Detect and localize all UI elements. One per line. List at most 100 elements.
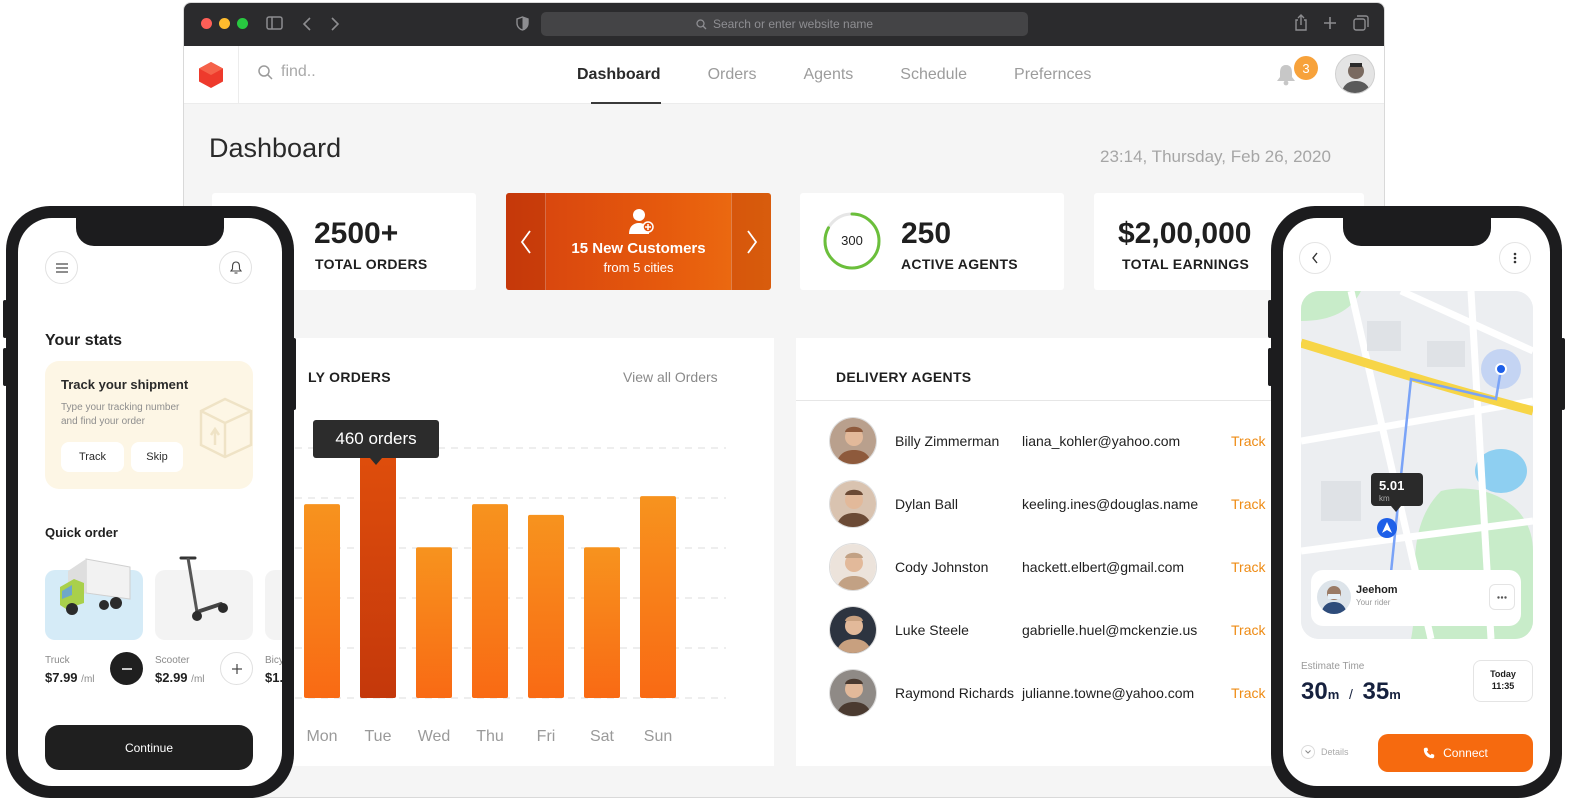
skip-button[interactable]: Skip (131, 442, 183, 472)
total-orders-value: 2500+ (314, 217, 399, 250)
chart-bar-mon[interactable] (304, 504, 340, 698)
agent-row: Cody Johnston hackett.elbert@gmail.com Tra… (796, 543, 1266, 606)
new-tab-icon[interactable] (1323, 16, 1337, 30)
phone-left: Your stats Track your shipment Type your… (6, 206, 294, 798)
agent-avatar-icon (830, 481, 876, 527)
agent-email: liana_kohler@yahoo.com (1022, 433, 1181, 449)
distance-value: 5.01 (1379, 478, 1405, 493)
chart-bar-sun[interactable] (640, 496, 676, 698)
route-map[interactable]: 5.01 km Jeehom Your rider (1301, 291, 1533, 639)
tab-agents[interactable]: Agents (803, 46, 853, 104)
bell-icon (229, 261, 242, 274)
vehicle-card-bicycle[interactable] (265, 570, 282, 640)
continue-button[interactable]: Continue (45, 725, 253, 770)
chart-x-label: Sat (590, 728, 615, 745)
rider-more-button[interactable] (1489, 584, 1515, 610)
chart-x-label: Mon (306, 728, 337, 745)
estimate-time-label: Estimate Time (1301, 661, 1365, 672)
close-window-button[interactable] (201, 18, 212, 29)
phone-notification-button[interactable] (219, 251, 252, 284)
search-input[interactable]: find.. (281, 63, 316, 81)
agent-email: hackett.elbert@gmail.com (1022, 559, 1185, 575)
tab-overview-icon[interactable] (1353, 15, 1369, 31)
package-icon (199, 397, 253, 459)
chevron-down-icon (1301, 745, 1315, 759)
arrival-time-box: Today 11:35 (1473, 660, 1533, 702)
agent-row: Raymond Richards julianne.towne@yahoo.com… (796, 669, 1266, 732)
bar-tooltip-arrow (370, 458, 382, 465)
browser-titlebar: Search or enter website name (184, 3, 1384, 46)
shield-icon[interactable] (516, 16, 529, 31)
sidebar-icon[interactable] (266, 16, 283, 30)
stat-card-active-agents: 300 250 ACTIVE AGENTS (800, 193, 1064, 290)
scooter-price-value: $2.99 (155, 670, 188, 685)
chart-bar-thu[interactable] (472, 504, 508, 698)
agent-row: Billy Zimmerman liana_kohler@yahoo.com Tra… (796, 417, 1266, 480)
agent-email: julianne.towne@yahoo.com (1022, 685, 1195, 701)
agent-row: Luke Steele gabrielle.huel@mckenzie.us Tra… (796, 606, 1266, 669)
truck-price-value: $7.99 (45, 670, 78, 685)
agent-name: Cody Johnston (895, 559, 989, 575)
track-agent-link[interactable]: Track (1231, 685, 1265, 701)
app-navbar: find.. Dashboard Orders Agents Schedule … (184, 46, 1384, 104)
agent-avatar (829, 669, 877, 717)
back-icon[interactable] (302, 17, 312, 31)
decrease-quantity-button[interactable] (110, 652, 143, 685)
active-agents-value: 250 (901, 217, 952, 250)
track-agent-link[interactable]: Track (1231, 433, 1265, 449)
chart-bar-sat[interactable] (584, 547, 620, 698)
menu-button[interactable] (45, 251, 78, 284)
rider-role: Your rider (1356, 598, 1391, 607)
arrival-time: 11:35 (1491, 681, 1515, 691)
track-agent-link[interactable]: Track (1231, 559, 1265, 575)
map-more-button[interactable] (1499, 242, 1531, 274)
track-button[interactable]: Track (61, 442, 124, 472)
share-icon[interactable] (1294, 14, 1308, 32)
connect-label: Connect (1443, 746, 1488, 760)
hexagon-logo-icon (199, 62, 223, 88)
carousel-next-button[interactable] (731, 193, 771, 290)
chart-bar-tue[interactable] (360, 450, 396, 698)
tab-schedule[interactable]: Schedule (900, 46, 967, 104)
bicycle-name: Bicy (265, 655, 282, 666)
total-earnings-value: $2,00,000 (1118, 217, 1252, 250)
estimate-max-unit: m (1389, 687, 1401, 702)
track-agent-link[interactable]: Track (1231, 622, 1265, 638)
minimize-window-button[interactable] (219, 18, 230, 29)
tab-preferences[interactable]: Prefernces (1014, 46, 1091, 104)
details-toggle[interactable]: Details (1301, 745, 1349, 759)
notification-badge: 3 (1294, 56, 1318, 80)
more-horizontal-icon (1497, 595, 1507, 599)
browser-window: Search or enter website name find.. Dash… (183, 2, 1385, 798)
connect-button[interactable]: Connect (1378, 734, 1533, 772)
rider-name: Jeehom (1356, 584, 1398, 596)
user-avatar[interactable] (1335, 54, 1375, 94)
bar-tooltip-text: 460 orders (335, 429, 417, 448)
chart-x-label: Tue (365, 728, 392, 745)
scooter-name: Scooter (155, 655, 190, 666)
tab-orders[interactable]: Orders (708, 46, 757, 104)
agent-avatar-icon (830, 544, 876, 590)
increase-quantity-button[interactable] (220, 652, 253, 685)
phone-right-screen: 5.01 km Jeehom Your rider Estimate Time … (1283, 218, 1550, 786)
chart-bar-wed[interactable] (416, 547, 452, 698)
forward-icon[interactable] (330, 17, 340, 31)
total-orders-label: TOTAL ORDERS (315, 256, 428, 272)
chart-bar-fri[interactable] (528, 514, 564, 698)
quick-order-title: Quick order (45, 525, 118, 540)
agent-avatar-icon (830, 418, 876, 464)
main-tabs: Dashboard Orders Agents Schedule Prefern… (577, 46, 1138, 104)
active-agents-label: ACTIVE AGENTS (901, 256, 1018, 272)
scooter-price-unit: /ml (191, 674, 205, 685)
search-icon (696, 18, 707, 29)
hamburger-icon (55, 262, 68, 273)
tab-dashboard[interactable]: Dashboard (577, 46, 661, 104)
app-search[interactable]: find.. (258, 63, 316, 81)
new-customers-carousel: 15 New Customers from 5 cities (506, 193, 771, 290)
maximize-window-button[interactable] (237, 18, 248, 29)
address-bar[interactable]: Search or enter website name (541, 12, 1028, 36)
map-back-button[interactable] (1299, 242, 1331, 274)
track-agent-link[interactable]: Track (1231, 496, 1265, 512)
app-logo[interactable] (184, 46, 239, 104)
rider-avatar (1317, 580, 1351, 614)
